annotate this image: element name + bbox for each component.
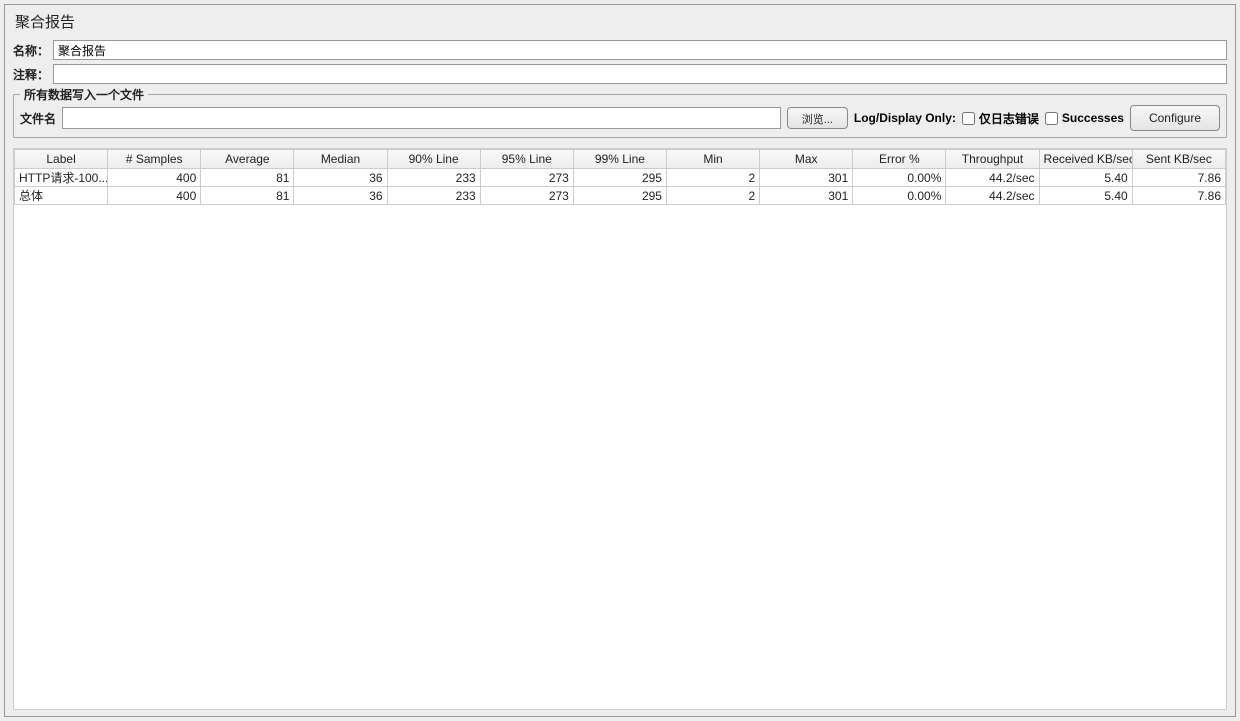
header-row: Label # Samples Average Median 90% Line … [15,150,1226,169]
cell-median: 36 [294,169,387,187]
cell-line90: 233 [387,169,480,187]
cell-min: 2 [666,187,759,205]
comment-label: 注释： [13,66,53,83]
successes-label: Successes [1062,111,1124,125]
th-error[interactable]: Error % [853,150,946,169]
cell-label: HTTP请求-100... [15,169,108,187]
configure-button[interactable]: Configure [1130,105,1220,131]
file-row: 文件名 浏览... Log/Display Only: 仅日志错误 Succes… [20,105,1220,131]
filename-input[interactable] [62,107,781,129]
browse-button[interactable]: 浏览... [787,107,848,129]
comment-input[interactable] [53,64,1227,84]
cell-max: 301 [760,187,853,205]
name-input[interactable] [53,40,1227,60]
successes-checkbox-wrap[interactable]: Successes [1045,111,1124,125]
cell-throughput: 44.2/sec [946,169,1039,187]
cell-median: 36 [294,187,387,205]
th-received[interactable]: Received KB/sec [1039,150,1132,169]
cell-sent: 7.86 [1132,169,1225,187]
cell-error: 0.00% [853,187,946,205]
th-average[interactable]: Average [201,150,294,169]
th-median[interactable]: Median [294,150,387,169]
table-row[interactable]: HTTP请求-100...400813623327329523010.00%44… [15,169,1226,187]
name-label: 名称： [13,42,53,59]
cell-samples: 400 [108,169,201,187]
filename-label: 文件名 [20,110,56,127]
cell-line90: 233 [387,187,480,205]
cell-average: 81 [201,169,294,187]
cell-sent: 7.86 [1132,187,1225,205]
fieldset-legend: 所有数据写入一个文件 [20,86,148,103]
results-table-wrap: Label # Samples Average Median 90% Line … [13,148,1227,710]
th-min[interactable]: Min [666,150,759,169]
th-throughput[interactable]: Throughput [946,150,1039,169]
th-90line[interactable]: 90% Line [387,150,480,169]
table-body: HTTP请求-100...400813623327329523010.00%44… [15,169,1226,205]
errors-only-checkbox-wrap[interactable]: 仅日志错误 [962,110,1039,127]
cell-received: 5.40 [1039,169,1132,187]
cell-average: 81 [201,187,294,205]
cell-line95: 273 [480,169,573,187]
cell-line99: 295 [573,187,666,205]
cell-error: 0.00% [853,169,946,187]
th-sent[interactable]: Sent KB/sec [1132,150,1225,169]
errors-only-checkbox[interactable] [962,112,975,125]
successes-checkbox[interactable] [1045,112,1058,125]
cell-line99: 295 [573,169,666,187]
th-95line[interactable]: 95% Line [480,150,573,169]
aggregate-report-panel: 聚合报告 名称： 注释： 所有数据写入一个文件 文件名 浏览... Log/Di… [4,4,1236,717]
name-row: 名称： [13,40,1227,60]
cell-label: 总体 [15,187,108,205]
cell-samples: 400 [108,187,201,205]
cell-max: 301 [760,169,853,187]
cell-min: 2 [666,169,759,187]
th-99line[interactable]: 99% Line [573,150,666,169]
cell-line95: 273 [480,187,573,205]
th-label[interactable]: Label [15,150,108,169]
results-table: Label # Samples Average Median 90% Line … [14,149,1226,205]
page-title: 聚合报告 [13,11,1227,32]
cell-received: 5.40 [1039,187,1132,205]
comment-row: 注释： [13,64,1227,84]
log-display-label: Log/Display Only: [854,111,956,125]
table-row[interactable]: 总体400813623327329523010.00%44.2/sec5.407… [15,187,1226,205]
th-max[interactable]: Max [760,150,853,169]
cell-throughput: 44.2/sec [946,187,1039,205]
errors-only-label: 仅日志错误 [979,110,1039,127]
file-output-fieldset: 所有数据写入一个文件 文件名 浏览... Log/Display Only: 仅… [13,94,1227,138]
th-samples[interactable]: # Samples [108,150,201,169]
